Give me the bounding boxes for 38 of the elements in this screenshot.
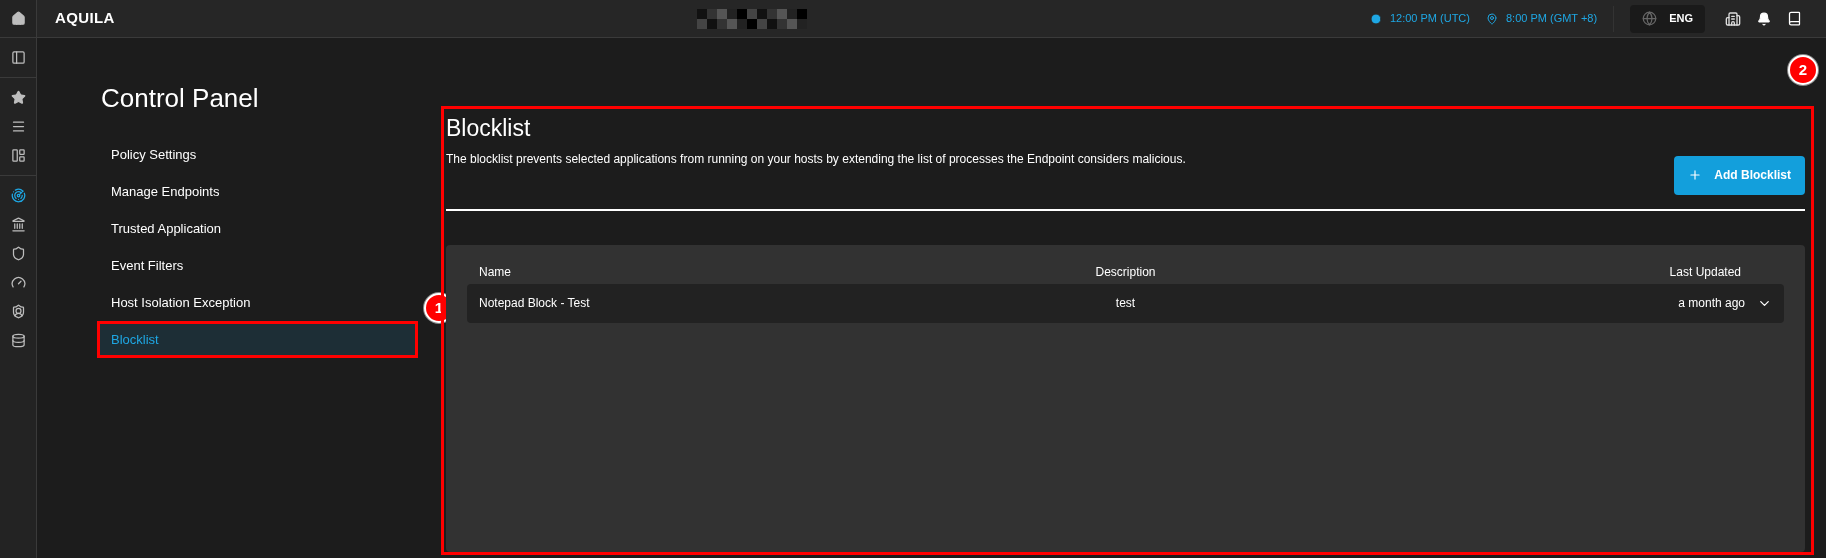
table-cell-text: test: [1115, 295, 1136, 312]
layout-icon[interactable]: [10, 148, 26, 163]
star-icon[interactable]: [10, 90, 26, 105]
description: The blocklist prevents selected applications from running on your hosts by extending the list of processes the Endpoint considers malicious.: [446, 150, 1187, 168]
table-cell-text: Notepad Block - Test: [479, 295, 591, 312]
shield-icon[interactable]: [10, 246, 26, 261]
gauge-icon[interactable]: [10, 275, 26, 290]
local-time: 8:00 PM (GMT +8): [1505, 11, 1598, 27]
page-title: Control Panel: [101, 82, 260, 115]
book-icon[interactable]: [1787, 11, 1802, 26]
database-icon[interactable]: [10, 333, 26, 348]
location-pin-icon: [1485, 12, 1498, 25]
sidebar-item[interactable]: Manage Endpoints: [100, 176, 407, 207]
user-shield-icon[interactable]: [10, 304, 26, 319]
sidebar-item[interactable]: Host Isolation Exception: [100, 287, 407, 318]
language-button[interactable]: ENG: [1630, 4, 1705, 33]
radar-icon[interactable]: [10, 188, 26, 203]
menu-icon[interactable]: [10, 119, 26, 134]
sidebar-icon[interactable]: [10, 50, 26, 65]
table-row[interactable]: Notepad Block - Test test a month ago: [467, 283, 1784, 323]
logo: AQUILA: [55, 8, 115, 29]
plus-icon: [1688, 168, 1703, 182]
sidebar-item[interactable]: Policy Settings: [100, 139, 407, 170]
column-header: Description: [1095, 263, 1156, 281]
sidebar-item[interactable]: Event Filters: [100, 250, 407, 281]
table-cell-text: a month ago: [1678, 295, 1745, 312]
annotation-marker: 2: [1788, 55, 1818, 85]
globe-icon: [1642, 11, 1658, 26]
column-header: Last Updated: [1669, 263, 1741, 281]
section-title: Blocklist: [446, 114, 532, 143]
sidebar-item[interactable]: Blocklist: [100, 324, 415, 355]
notification-icon[interactable]: [1757, 11, 1771, 26]
column-header: Name: [479, 263, 512, 281]
home-icon[interactable]: [10, 11, 26, 26]
utc-time: 12:00 PM (UTC): [1389, 11, 1470, 27]
bank-icon[interactable]: [10, 217, 26, 232]
sidebar-item[interactable]: Trusted Application: [100, 213, 407, 244]
building-icon[interactable]: [1725, 10, 1741, 27]
